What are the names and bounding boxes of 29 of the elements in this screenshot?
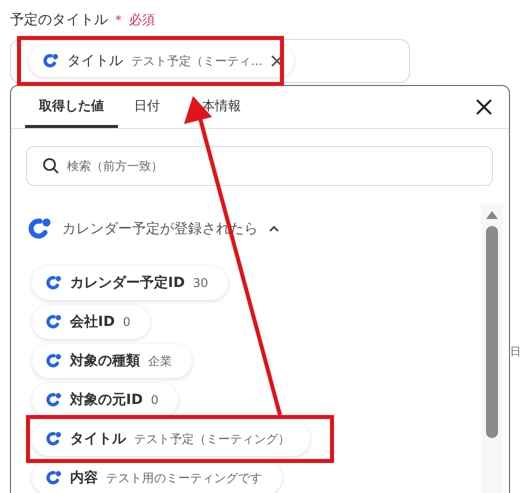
logo-icon — [46, 392, 62, 408]
logo-icon — [46, 470, 62, 486]
value-item[interactable]: カレンダー予定ID 30 — [32, 266, 228, 300]
logo-icon — [46, 314, 62, 330]
value-item[interactable]: 内容 テスト用のミーティングです — [32, 461, 282, 493]
title-field[interactable]: タイトル テスト予定（ミーティ... — [10, 39, 410, 83]
value-item[interactable]: 対象の種類 企業 — [32, 344, 192, 378]
field-label: 予定のタイトル — [10, 11, 108, 29]
tab[interactable]: 取得した値 — [25, 86, 118, 128]
scrollbar[interactable] — [481, 204, 503, 493]
value-token[interactable]: タイトル テスト予定（ミーティ... — [29, 45, 294, 77]
required-mark: ＊ — [112, 12, 125, 29]
required-text: 必須 — [129, 12, 155, 29]
value-item[interactable]: タイトル テスト予定（ミーティング） — [32, 422, 310, 456]
logo-icon — [46, 275, 62, 291]
value-item[interactable]: 対象の元ID 0 — [32, 383, 178, 417]
logo-icon — [28, 217, 52, 241]
logo-icon — [46, 353, 62, 369]
chevron-icon — [268, 225, 280, 233]
tab[interactable]: 本情報 — [188, 86, 255, 128]
search-field[interactable]: 検索（前方一致） — [26, 146, 493, 186]
scroll-thumb[interactable] — [486, 226, 498, 438]
close-icon — [475, 98, 493, 116]
logo-icon — [43, 53, 59, 69]
logo-icon — [46, 431, 62, 447]
scroll-up-icon[interactable] — [485, 210, 499, 220]
side-text: 日 — [510, 344, 521, 359]
tab[interactable]: 日付 — [120, 86, 174, 128]
value-item[interactable]: 会社ID 0 — [32, 305, 150, 339]
